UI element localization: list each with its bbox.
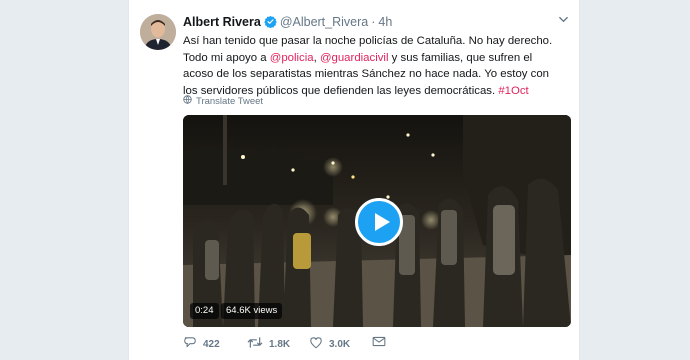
separator-dot: ·	[371, 15, 376, 29]
video-duration: 0:24	[190, 303, 219, 319]
reply-count: 422	[203, 338, 220, 350]
hashtag-link[interactable]: #1Oct	[498, 85, 528, 97]
reply-icon	[183, 336, 197, 352]
tweet-timestamp[interactable]: 4h	[378, 15, 392, 29]
play-button[interactable]	[355, 198, 403, 246]
globe-icon	[183, 95, 192, 107]
mention-guardiacivil[interactable]: @guardiacivil	[320, 52, 389, 64]
mention-policia[interactable]: @policia	[270, 52, 314, 64]
translate-tweet-link[interactable]: Translate Tweet	[183, 95, 263, 107]
heart-icon	[309, 336, 323, 352]
author-name[interactable]: Albert Rivera	[183, 15, 261, 29]
direct-message-button[interactable]	[372, 336, 386, 350]
like-count: 3.0K	[329, 338, 351, 350]
translate-label: Translate Tweet	[196, 95, 264, 107]
video-player[interactable]: 0:24 64.6K views	[183, 115, 571, 327]
tweet-text: Así han tenido que pasar la noche policí…	[183, 33, 563, 99]
reply-button[interactable]: 422	[183, 336, 220, 352]
retweet-count: 1.8K	[269, 338, 291, 350]
retweet-icon	[247, 336, 263, 352]
tweet-actions: 422 1.8K 3.0K	[183, 336, 483, 354]
avatar[interactable]	[140, 14, 176, 50]
author-handle[interactable]: @Albert_Rivera	[280, 15, 368, 29]
chevron-down-icon[interactable]	[558, 13, 569, 31]
envelope-icon	[372, 336, 386, 350]
like-button[interactable]: 3.0K	[309, 336, 350, 352]
page: Albert Rivera @Albert_Rivera · 4h Así han t…	[0, 0, 690, 360]
video-views: 64.6K views	[221, 303, 283, 319]
tweet-card: Albert Rivera @Albert_Rivera · 4h Así han t…	[128, 0, 580, 360]
verified-badge-icon	[264, 15, 277, 33]
retweet-button[interactable]: 1.8K	[247, 336, 290, 352]
tweet-header: Albert Rivera @Albert_Rivera · 4h	[183, 13, 569, 31]
